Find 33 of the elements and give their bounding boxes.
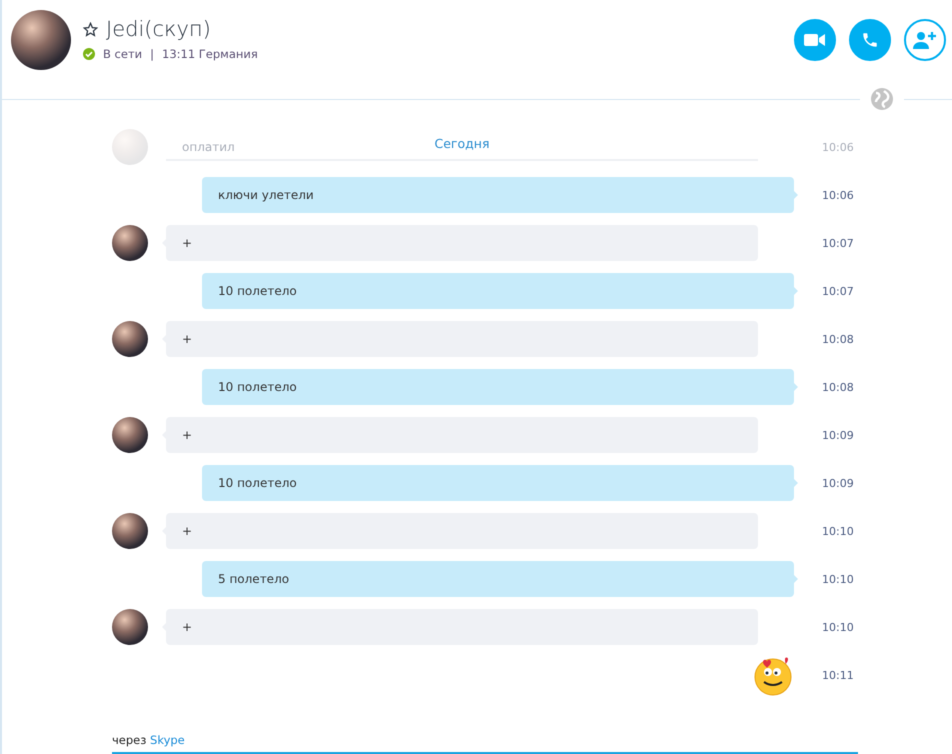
faded-message-text: оплатил bbox=[182, 140, 235, 154]
date-header: Сегодня bbox=[434, 134, 490, 152]
contact-name: Jedi(скуп) bbox=[106, 17, 211, 41]
message-time: 10:07 bbox=[822, 284, 852, 298]
call-button[interactable] bbox=[849, 19, 891, 61]
contact-avatar bbox=[112, 321, 148, 357]
contact-avatar bbox=[112, 609, 148, 645]
phone-icon bbox=[861, 31, 879, 49]
add-contact-button[interactable] bbox=[904, 19, 946, 61]
video-call-button[interactable] bbox=[794, 19, 836, 61]
add-person-icon bbox=[913, 30, 937, 50]
message-time: 10:06 bbox=[822, 140, 852, 154]
message-time: 10:08 bbox=[822, 380, 852, 394]
message-time: 10:11 bbox=[822, 668, 852, 682]
contact-avatar bbox=[112, 417, 148, 453]
message-time: 10:10 bbox=[822, 524, 852, 538]
message-time: 10:10 bbox=[822, 572, 852, 586]
contact-avatar bbox=[112, 225, 148, 261]
message-time: 10:08 bbox=[822, 332, 852, 346]
status-text: В сети bbox=[103, 47, 142, 61]
message-time: 10:10 bbox=[822, 620, 852, 634]
contact-avatar bbox=[112, 513, 148, 549]
message-time: 10:09 bbox=[822, 476, 852, 490]
message-time: 10:09 bbox=[822, 428, 852, 442]
contact-avatar bbox=[112, 129, 148, 165]
star-icon[interactable] bbox=[83, 22, 98, 36]
video-camera-icon bbox=[804, 33, 826, 47]
status-separator: | bbox=[150, 47, 154, 61]
skype-link[interactable]: Skype bbox=[150, 733, 185, 747]
local-time: 13:11 Германия bbox=[162, 47, 258, 61]
footer-note: через Skype bbox=[112, 733, 858, 754]
message-time: 10:07 bbox=[822, 236, 852, 250]
message-time: 10:06 bbox=[822, 188, 852, 202]
